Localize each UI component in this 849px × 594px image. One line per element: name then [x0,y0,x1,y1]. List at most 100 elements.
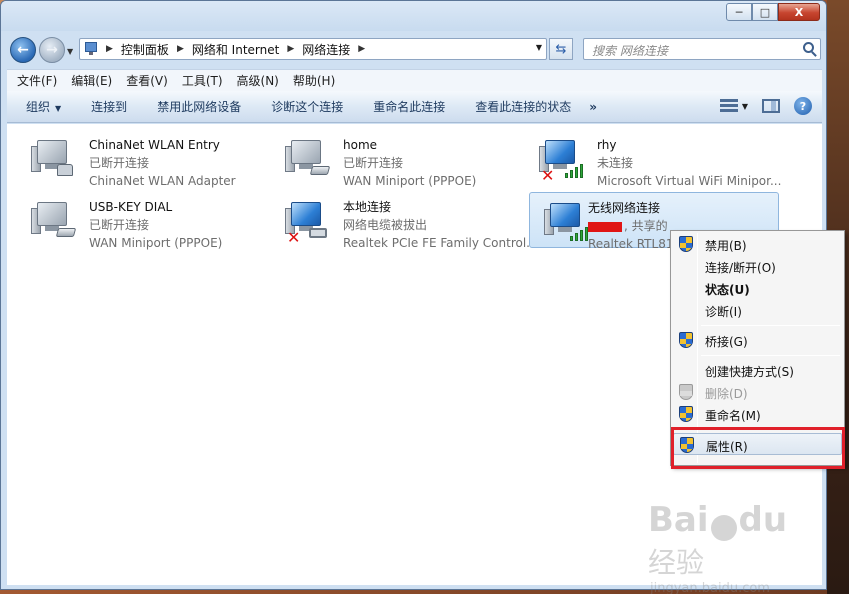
connection-name: rhy [597,138,617,152]
menu-item-label: 连接/断开(O) [705,261,776,275]
connection-name: home [343,138,378,152]
chevron-down-icon: ▼ [55,104,62,113]
menu-item-label: 删除(D) [705,387,748,401]
connection-name: 无线网络连接 [588,201,661,215]
breadcrumb-arrow-icon[interactable]: ▶ [177,44,184,54]
menu-item-label: 禁用(B) [705,239,747,253]
address-dropdown-icon[interactable]: ▼ [536,43,542,52]
refresh-icon: ⇆ [555,41,567,57]
uac-shield-icon [679,332,693,348]
forward-button[interactable]: → [39,37,65,63]
connection-item[interactable]: ChinaNet WLAN Entry 已断开连接 ChinaNet WLAN … [17,130,267,188]
connection-device: Microsoft Virtual WiFi Minipor... [597,174,782,188]
signal-bars-icon [570,227,590,241]
modem-icon [55,228,77,237]
menu-advanced[interactable]: 高级(N) [237,72,279,89]
watermark-logo: Bai [648,500,709,540]
menu-item-label: 诊断(I) [705,305,742,319]
menu-item-diagnose[interactable]: 诊断(I) [673,299,842,321]
breadcrumb-network-internet[interactable]: 网络和 Internet [192,41,279,58]
preview-pane-icon[interactable] [762,99,780,113]
network-computer-icon [285,136,331,182]
network-computer-icon: ✕ [285,198,331,247]
menu-item-delete: 删除(D) [673,381,842,403]
menu-item-create-shortcut[interactable]: 创建快捷方式(S) [673,359,842,381]
watermark-cn: 经验 [648,545,705,579]
menu-item-status[interactable]: 状态(U) [673,277,842,299]
phone-icon [57,164,73,176]
baidu-watermark: Bai du 经验 jingyan.baidu.com [648,500,818,594]
menu-tools[interactable]: 工具(T) [182,72,223,89]
breadcrumb-arrow-icon[interactable]: ▶ [106,44,113,54]
menu-item-disable[interactable]: 禁用(B) [673,233,842,255]
recent-pages-dropdown[interactable]: ▼ [67,47,73,56]
rename-button[interactable]: 重命名此连接 [373,98,445,115]
menu-item-label: 状态(U) [705,283,750,297]
control-panel-icon [84,41,100,57]
network-computer-icon [544,199,590,245]
connection-item[interactable]: home 已断开连接 WAN Miniport (PPPOE) [271,130,521,188]
toolbar-right: ▼ ? [719,97,812,115]
organize-button[interactable]: 组织 ▼ [26,98,61,115]
connection-status: 未连接 [597,156,634,170]
connection-device: ChinaNet WLAN Adapter [89,174,236,188]
menu-item-bridge[interactable]: 桥接(G) [673,329,842,351]
menu-help[interactable]: 帮助(H) [293,72,335,89]
navigation-row: ← → ▼ ▶ 控制面板 ▶ 网络和 Internet ▶ 网络连接 ▶ ▼ ⇆… [1,33,826,65]
connection-status: 已断开连接 [89,218,150,232]
arrow-right-icon: → [46,42,58,58]
change-view-icon[interactable] [719,99,738,113]
minimize-button[interactable]: ─ [726,3,752,21]
menu-bar: 文件(F) 编辑(E) 查看(V) 工具(T) 高级(N) 帮助(H) [7,69,822,91]
connection-device: Realtek RTL81 [588,237,674,251]
title-bar[interactable]: ─ □ X [1,1,826,31]
refresh-button[interactable]: ⇆ [549,38,573,60]
disconnected-x-icon: ✕ [541,166,555,185]
search-input[interactable]: 搜索 网络连接 [583,38,821,60]
modem-icon [309,166,331,175]
connection-item[interactable]: USB-KEY DIAL 已断开连接 WAN Miniport (PPPOE) [17,192,267,250]
breadcrumb-arrow-icon[interactable]: ▶ [287,44,294,54]
close-button[interactable]: X [778,3,820,21]
uac-shield-icon [679,236,693,252]
menu-item-label: 创建快捷方式(S) [705,365,794,379]
address-bar[interactable]: ▶ 控制面板 ▶ 网络和 Internet ▶ 网络连接 ▶ ▼ [79,38,547,60]
diagnose-button[interactable]: 诊断这个连接 [271,98,343,115]
menu-view[interactable]: 查看(V) [126,72,168,89]
network-computer-icon [31,198,77,244]
more-commands-button[interactable]: » [589,100,597,114]
network-computer-icon [31,136,77,182]
breadcrumb-control-panel[interactable]: 控制面板 [121,41,169,58]
chevron-down-icon[interactable]: ▼ [742,102,748,111]
maximize-button[interactable]: □ [752,3,778,21]
uac-shield-icon [679,384,693,400]
disconnected-x-icon: ✕ [287,228,301,247]
connection-status: 网络电缆被拔出 [343,218,428,232]
menu-edit[interactable]: 编辑(E) [71,72,112,89]
uac-shield-icon [679,406,693,422]
view-status-button[interactable]: 查看此连接的状态 [475,98,571,115]
highlight-box [671,427,845,469]
paw-icon [710,514,737,541]
menu-file[interactable]: 文件(F) [17,72,57,89]
connect-to-button[interactable]: 连接到 [91,98,127,115]
menu-separator [701,325,840,326]
back-button[interactable]: ← [10,37,36,63]
search-icon[interactable] [803,42,814,53]
connection-item[interactable]: ✕ 本地连接 网络电缆被拔出 Realtek PCIe FE Family Co… [271,192,538,250]
connection-device: Realtek PCIe FE Family Control... [343,236,538,250]
connection-status: , 共享的 [588,217,673,235]
disable-device-button[interactable]: 禁用此网络设备 [157,98,241,115]
connection-name: 本地连接 [343,200,392,214]
menu-item-connect-disconnect[interactable]: 连接/断开(O) [673,255,842,277]
search-placeholder: 搜索 网络连接 [592,44,668,58]
connection-status: 已断开连接 [343,156,404,170]
menu-item-rename[interactable]: 重命名(M) [673,403,842,425]
watermark-url: jingyan.baidu.com [650,580,770,594]
breadcrumb-arrow-icon[interactable]: ▶ [358,44,365,54]
breadcrumb-network-connections[interactable]: 网络连接 [302,41,350,58]
help-icon[interactable]: ? [794,97,812,115]
ethernet-cable-icon [309,228,327,238]
connection-item[interactable]: ✕ rhy 未连接 Microsoft Virtual WiFi Minipor… [525,130,781,188]
menu-item-label: 重命名(M) [705,409,761,423]
